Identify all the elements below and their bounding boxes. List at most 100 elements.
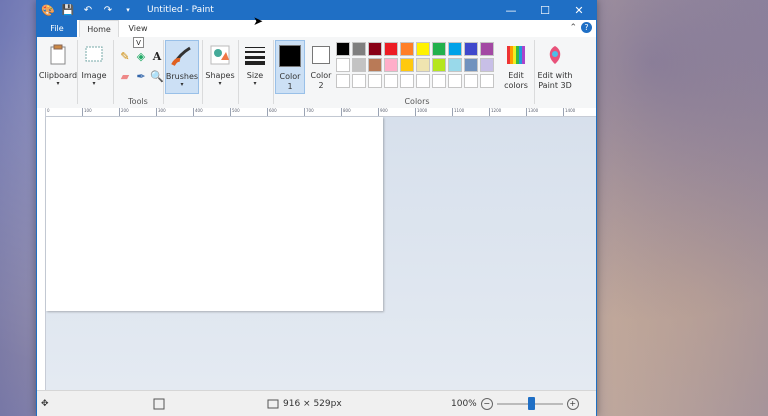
zoom-level: 100%: [451, 398, 477, 409]
palette-swatch[interactable]: [384, 58, 398, 72]
palette-swatch[interactable]: [464, 42, 478, 56]
palette-swatch[interactable]: [480, 74, 494, 88]
title-bar: 🎨 💾 ↶ ↷ ▾ Untitled - Paint — ☐ ✕: [37, 0, 596, 20]
clipboard-button[interactable]: Clipboard ▾: [39, 40, 77, 92]
maximize-button[interactable]: ☐: [528, 0, 562, 20]
palette-swatch[interactable]: [400, 42, 414, 56]
palette-swatch[interactable]: [416, 74, 430, 88]
palette-swatch[interactable]: [368, 74, 382, 88]
eraser-icon[interactable]: ▰: [117, 68, 133, 84]
ruler-tick: 1400: [563, 108, 575, 116]
color2-sub: 2: [318, 81, 324, 90]
palette-swatch[interactable]: [400, 58, 414, 72]
brushes-button[interactable]: Brushes ▾: [165, 40, 199, 94]
ribbon-tabs: File Home View V ⌃ ?: [37, 20, 596, 48]
palette-swatch[interactable]: [480, 58, 494, 72]
palette-swatch[interactable]: [480, 42, 494, 56]
image-button[interactable]: Image ▾: [77, 40, 111, 92]
size-button[interactable]: Size ▾: [238, 40, 272, 92]
tab-home[interactable]: Home: [79, 20, 119, 38]
tab-view[interactable]: View: [121, 20, 155, 37]
paint3d-label: Edit with: [537, 71, 573, 80]
palette-swatch[interactable]: [352, 58, 366, 72]
ruler-tick: 400: [193, 108, 203, 116]
paint-app-icon[interactable]: 🎨: [41, 3, 55, 17]
rainbow-palette-icon: [503, 42, 529, 68]
tools-label: Tools: [128, 97, 148, 106]
clipboard-icon: [45, 42, 71, 68]
palette-swatch[interactable]: [336, 42, 350, 56]
color2-label: Color: [310, 71, 332, 80]
palette-swatch[interactable]: [416, 58, 430, 72]
chevron-down-icon: ▾: [56, 80, 60, 87]
ruler-tick: 1200: [489, 108, 501, 116]
mouse-cursor-icon: ➤: [253, 14, 264, 28]
redo-icon[interactable]: ↷: [101, 3, 115, 17]
pencil-icon[interactable]: ✎: [117, 48, 133, 64]
customize-quick-access-icon[interactable]: ▾: [121, 3, 135, 17]
shapes-button[interactable]: Shapes ▾: [203, 40, 237, 92]
palette-swatch[interactable]: [384, 42, 398, 56]
collapse-ribbon-icon[interactable]: ⌃: [569, 23, 577, 33]
tab-file[interactable]: File: [37, 20, 77, 37]
zoom-slider[interactable]: [496, 396, 563, 410]
ruler-tick: 1300: [526, 108, 538, 116]
cursor-position-icon: ✥: [41, 398, 49, 409]
color1-swatch: [277, 43, 303, 69]
color2-button[interactable]: Color 2: [306, 40, 336, 92]
ruler-tick: 800: [341, 108, 351, 116]
palette-swatch[interactable]: [448, 58, 462, 72]
color1-button[interactable]: Color 1: [275, 40, 305, 94]
color2-swatch: [308, 42, 334, 68]
palette-swatch[interactable]: [464, 74, 478, 88]
zoom-out-button[interactable]: −: [480, 397, 493, 410]
undo-icon[interactable]: ↶: [81, 3, 95, 17]
divider: [273, 40, 274, 104]
zoom-controls: 100% − +: [451, 396, 579, 410]
palette-swatch[interactable]: [432, 42, 446, 56]
ruler-tick: 100: [82, 108, 92, 116]
close-button[interactable]: ✕: [562, 0, 596, 20]
palette-swatch[interactable]: [416, 42, 430, 56]
zoom-in-button[interactable]: +: [566, 397, 579, 410]
ruler-tick: 600: [267, 108, 277, 116]
palette-swatch[interactable]: [368, 42, 382, 56]
help-icon[interactable]: ?: [581, 22, 592, 33]
drawing-canvas[interactable]: [46, 117, 383, 311]
ribbon-home: Clipboard ▾ Image ▾ ✎ ◈ A ▰ ✒ 🔍 Tools Br…: [37, 37, 596, 109]
palette-swatch[interactable]: [368, 58, 382, 72]
chevron-down-icon: ▾: [253, 80, 257, 87]
palette-swatch[interactable]: [448, 74, 462, 88]
palette-swatch[interactable]: [336, 74, 350, 88]
save-icon[interactable]: 💾: [61, 3, 75, 17]
keytip-view: V: [133, 37, 144, 48]
chevron-down-icon: ▾: [218, 80, 222, 87]
zoom-slider-thumb[interactable]: [527, 396, 535, 410]
select-image-icon: [81, 42, 107, 68]
minimize-button[interactable]: —: [494, 0, 528, 20]
edit-colors-button[interactable]: Edit colors: [499, 40, 533, 92]
palette-swatch[interactable]: [432, 58, 446, 72]
palette-swatch[interactable]: [384, 74, 398, 88]
ruler-tick: 700: [304, 108, 314, 116]
status-bar: ✥ 916 × 529px 100% − +: [37, 390, 596, 416]
color1-label: Color: [279, 72, 301, 81]
fill-bucket-icon[interactable]: ◈: [133, 48, 149, 64]
colors-label: Colors: [404, 97, 430, 106]
ruler-tick: 1000: [415, 108, 427, 116]
divider: [163, 40, 164, 104]
palette-swatch[interactable]: [352, 42, 366, 56]
palette-swatch[interactable]: [432, 74, 446, 88]
horizontal-ruler: 0 100 200 300 400 500 600 700 800 900 1000 1100 1200…: [45, 108, 596, 117]
edit-with-paint3d-button[interactable]: Edit with Paint 3D: [535, 40, 575, 92]
line-size-icon: [242, 42, 268, 68]
canvas-workspace[interactable]: [46, 117, 596, 391]
palette-swatch[interactable]: [336, 58, 350, 72]
color-picker-icon[interactable]: ✒: [133, 68, 149, 84]
palette-swatch[interactable]: [448, 42, 462, 56]
color-palette: [336, 42, 494, 88]
palette-swatch[interactable]: [352, 74, 366, 88]
palette-swatch[interactable]: [400, 74, 414, 88]
palette-swatch[interactable]: [464, 58, 478, 72]
canvas-size-icon: [267, 399, 279, 408]
